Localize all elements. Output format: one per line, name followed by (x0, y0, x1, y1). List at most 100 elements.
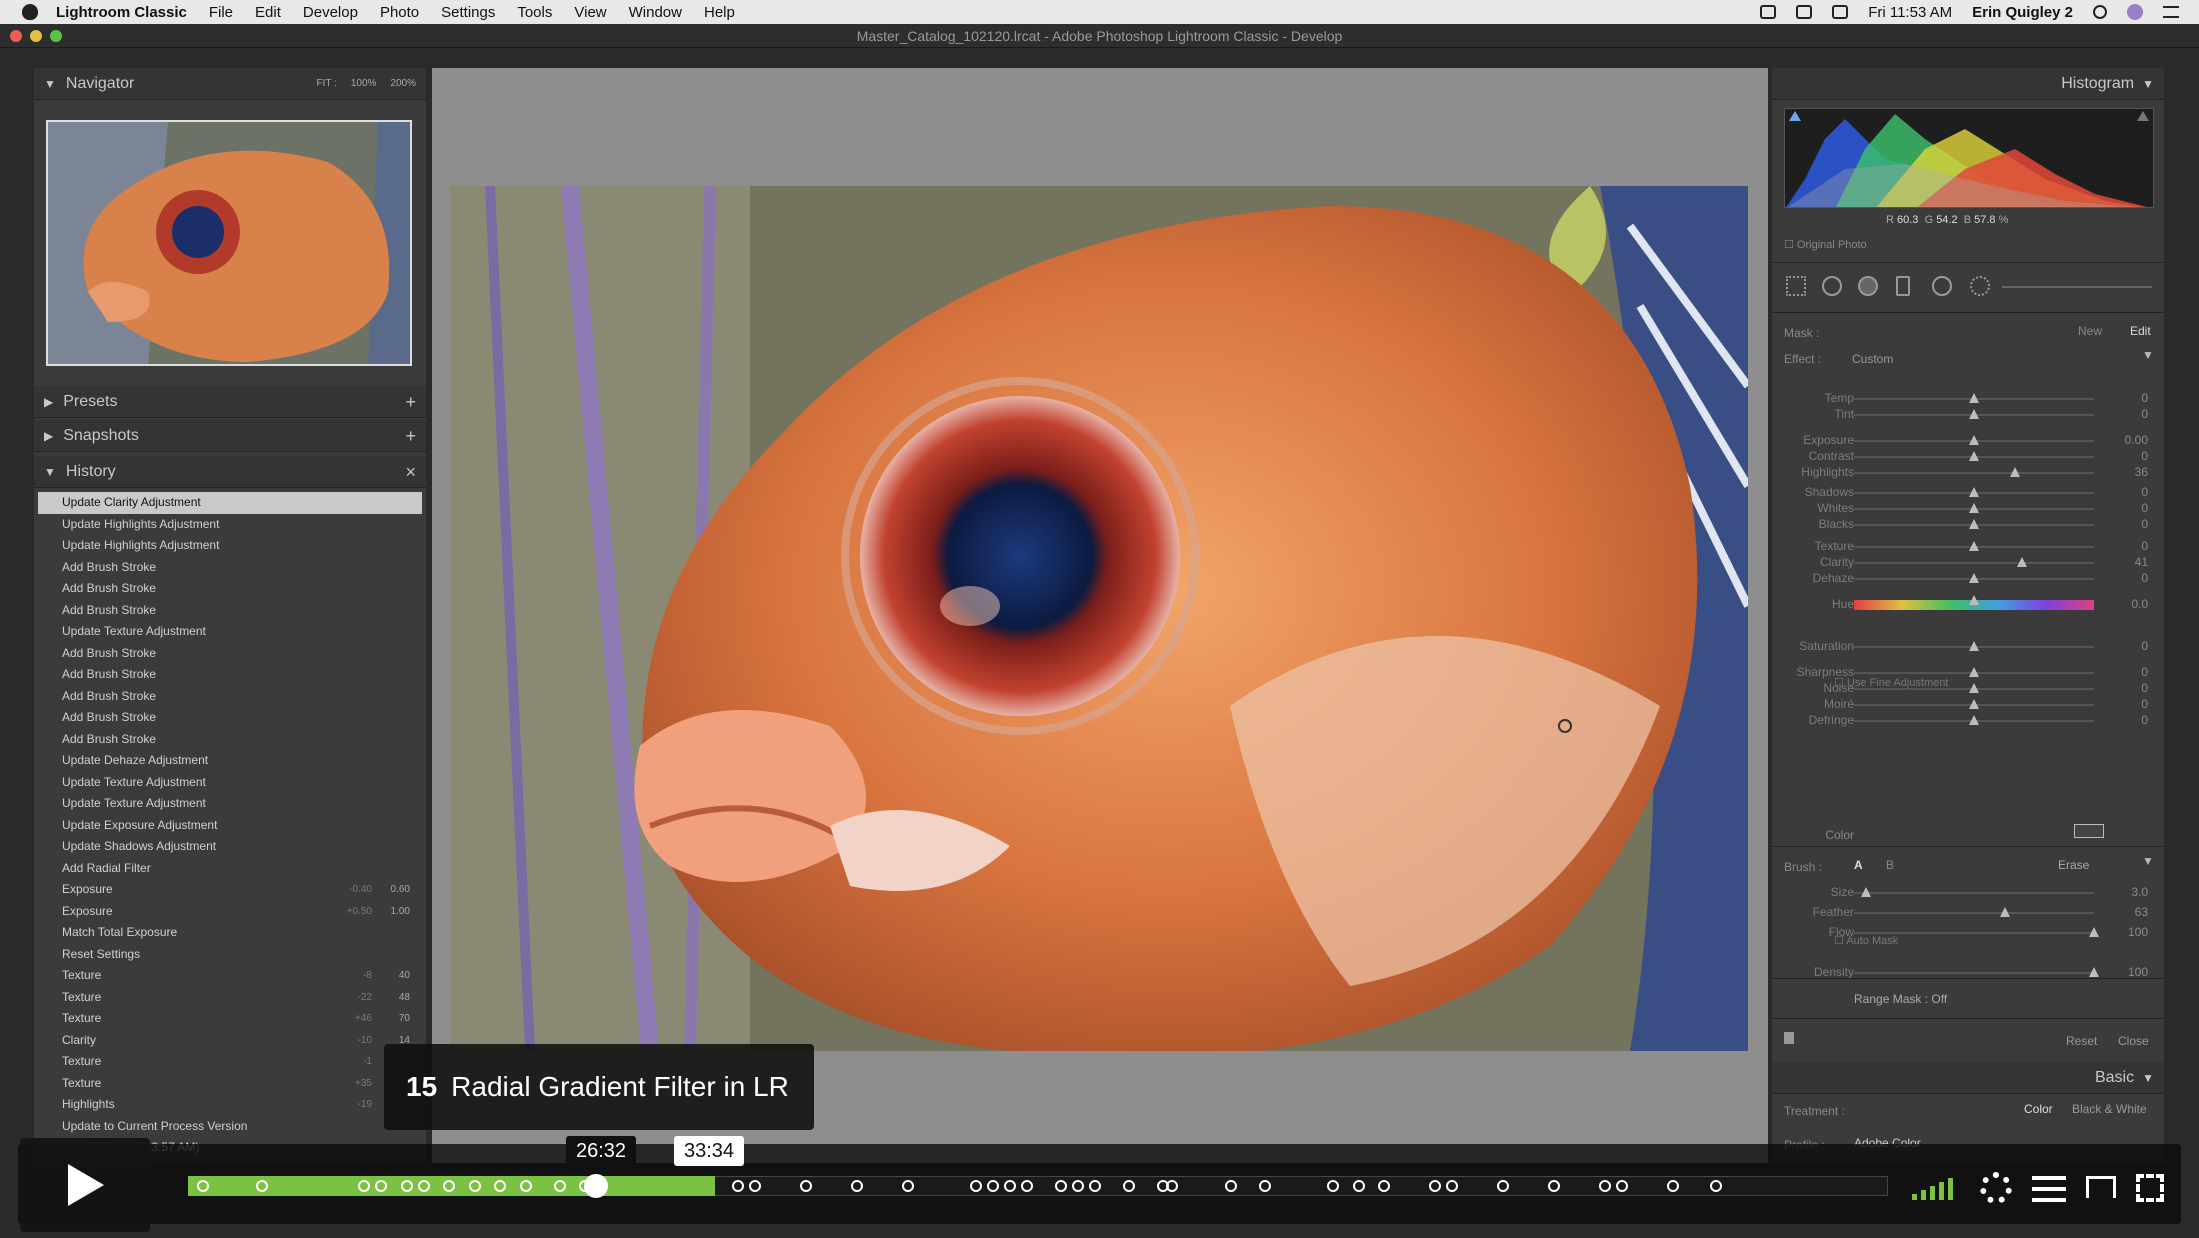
chapter-marker[interactable] (519, 1180, 532, 1192)
slider-handle[interactable] (2089, 967, 2099, 977)
history-item[interactable]: Add Brush Stroke (38, 707, 422, 729)
history-item[interactable]: Add Brush Stroke (38, 557, 422, 579)
history-item[interactable]: Match Total Exposure (38, 922, 422, 944)
dropbox-icon[interactable] (1760, 5, 1777, 19)
siri-icon[interactable] (2127, 4, 2143, 20)
auto-mask-checkbox[interactable]: ☐ Auto Mask (1834, 934, 1898, 947)
history-item[interactable]: Exposure +0.50 1.00 (38, 901, 422, 923)
history-item[interactable]: Add Radial Filter (38, 858, 422, 880)
chapter-marker[interactable] (1055, 1180, 1067, 1192)
chapter-marker[interactable] (256, 1180, 268, 1192)
navigator-header[interactable]: ▼ Navigator FIT : 100% 200% (34, 68, 426, 100)
fullscreen-icon[interactable] (2136, 1174, 2164, 1202)
slider-value[interactable]: 3.0 (2108, 885, 2148, 899)
history-item[interactable]: Add Brush Stroke (38, 600, 422, 622)
chapter-marker[interactable] (443, 1180, 455, 1192)
reset-button[interactable]: Reset (2066, 1034, 2097, 1048)
chapter-marker[interactable] (1446, 1180, 1458, 1192)
display-icon[interactable] (1796, 5, 1813, 19)
toggle-mask-icon[interactable] (1784, 1032, 1794, 1044)
chapter-marker[interactable] (553, 1180, 566, 1192)
history-item[interactable]: Texture +46 70 (38, 1008, 422, 1030)
history-item[interactable]: Update Texture Adjustment (38, 621, 422, 643)
chapter-marker[interactable] (1327, 1180, 1339, 1192)
clear-history-icon[interactable]: × (405, 456, 416, 488)
add-preset-icon[interactable]: + (405, 386, 416, 418)
menu-window[interactable]: Window (629, 4, 682, 21)
chapter-marker[interactable] (1259, 1180, 1271, 1192)
history-item[interactable]: Update Clarity Adjustment (38, 492, 422, 514)
history-item[interactable]: Reset Settings (38, 944, 422, 966)
history-item[interactable]: Texture -8 40 (38, 965, 422, 987)
chapter-marker[interactable] (851, 1180, 863, 1192)
zoom-200[interactable]: 200% (390, 68, 416, 100)
slider-handle[interactable] (2089, 927, 2099, 937)
chapter-marker[interactable] (800, 1180, 812, 1192)
history-item[interactable]: Texture -22 48 (38, 987, 422, 1009)
history-item[interactable]: Update Exposure Adjustment (38, 815, 422, 837)
history-item[interactable]: Highlights -19 (38, 1094, 422, 1116)
chapter-marker[interactable] (1548, 1180, 1560, 1192)
menu-file[interactable]: File (209, 4, 233, 21)
snapshots-header[interactable]: ▶ Snapshots + (34, 420, 426, 452)
presets-header[interactable]: ▶ Presets + (34, 386, 426, 418)
history-item[interactable]: Update Texture Adjustment (38, 772, 422, 794)
history-item[interactable]: Update to Current Process Version (38, 1116, 422, 1138)
history-item[interactable]: Texture -1 (38, 1051, 422, 1073)
close-button[interactable]: Close (2118, 1034, 2149, 1048)
chapter-marker[interactable] (1378, 1180, 1390, 1192)
history-item[interactable]: Update Highlights Adjustment (38, 514, 422, 536)
basic-header[interactable]: Basic ▼ (1772, 1062, 2164, 1094)
history-item[interactable]: Add Brush Stroke (38, 686, 422, 708)
range-mask-dropdown[interactable]: Range Mask : Off (1854, 992, 1947, 1006)
menubar-user[interactable]: Erin Quigley 2 (1972, 4, 2073, 21)
chapter-marker[interactable] (1123, 1180, 1135, 1192)
play-button[interactable] (20, 1138, 150, 1232)
chapter-marker[interactable] (987, 1180, 999, 1192)
chapter-marker[interactable] (1667, 1180, 1679, 1192)
chapter-marker[interactable] (1497, 1180, 1509, 1192)
chapter-marker[interactable] (1429, 1180, 1441, 1192)
volume-icon[interactable] (1912, 1178, 1953, 1200)
chapter-marker[interactable] (468, 1180, 481, 1192)
chapter-marker[interactable] (196, 1180, 209, 1192)
menu-view[interactable]: View (574, 4, 606, 21)
history-item[interactable]: Update Texture Adjustment (38, 793, 422, 815)
menu-develop[interactable]: Develop (303, 4, 358, 21)
chapter-marker[interactable] (1072, 1180, 1084, 1192)
history-item[interactable]: Clarity -10 14 (38, 1030, 422, 1052)
zoom-fit[interactable]: FIT : (316, 68, 336, 100)
treatment-color-button[interactable]: Color (2024, 1102, 2053, 1116)
notification-icon[interactable] (2163, 6, 2179, 18)
chapter-marker[interactable] (417, 1180, 430, 1192)
menubar-clock[interactable]: Fri 11:53 AM (1868, 4, 1952, 21)
slider-track[interactable] (1854, 967, 2099, 977)
chapter-marker[interactable] (1599, 1180, 1611, 1192)
history-item[interactable]: Texture +35 (38, 1073, 422, 1095)
navigator-preview[interactable] (46, 120, 412, 366)
chapter-marker[interactable] (1225, 1180, 1237, 1192)
search-icon[interactable] (2093, 5, 2107, 19)
history-header[interactable]: ▼ History × (34, 456, 426, 488)
chapter-marker[interactable] (358, 1180, 370, 1192)
slider-handle[interactable] (2000, 907, 2011, 917)
menu-tools[interactable]: Tools (517, 4, 552, 21)
chapter-marker[interactable] (1616, 1180, 1628, 1192)
close-window-button[interactable] (10, 30, 22, 42)
chapter-marker[interactable] (970, 1180, 982, 1192)
gear-icon[interactable] (1980, 1172, 2012, 1204)
chapter-marker[interactable] (1352, 1180, 1365, 1192)
chapters-list-icon[interactable] (2032, 1176, 2066, 1202)
app-menu[interactable]: Lightroom Classic (56, 4, 187, 21)
minimize-window-button[interactable] (30, 30, 42, 42)
history-item[interactable]: Add Brush Stroke (38, 643, 422, 665)
menu-help[interactable]: Help (704, 4, 735, 21)
add-snapshot-icon[interactable]: + (405, 420, 416, 452)
chapter-marker[interactable] (1021, 1180, 1033, 1192)
airplay-icon[interactable] (2086, 1176, 2116, 1198)
treatment-bw-button[interactable]: Black & White (2072, 1102, 2147, 1116)
slider-handle[interactable] (1861, 887, 1871, 897)
zoom-window-button[interactable] (50, 30, 62, 42)
chapter-marker[interactable] (732, 1180, 744, 1192)
history-item[interactable]: Update Highlights Adjustment (38, 535, 422, 557)
